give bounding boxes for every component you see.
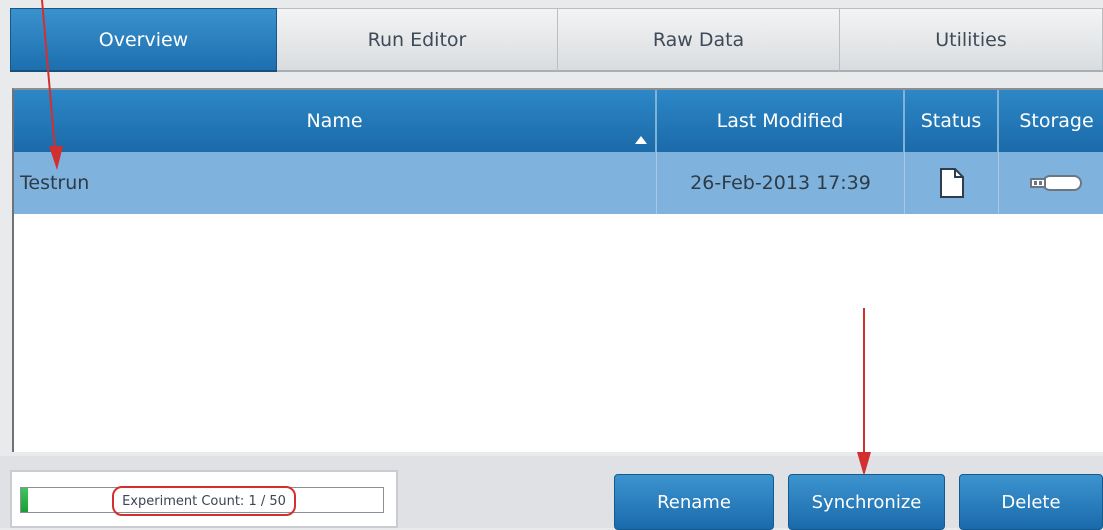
column-header-name-label: Name	[306, 110, 363, 132]
experiment-table: Name Last Modified Status Storage Testru…	[12, 88, 1103, 452]
sort-ascending-icon	[635, 136, 647, 144]
column-header-status[interactable]: Status	[905, 90, 999, 152]
table-header: Name Last Modified Status Storage	[14, 90, 1103, 152]
usb-storage-icon	[1029, 175, 1082, 191]
document-icon	[939, 168, 964, 198]
column-header-name[interactable]: Name	[14, 90, 657, 152]
experiment-count-label: Experiment Count: 1 / 50	[112, 486, 296, 516]
column-header-storage[interactable]: Storage	[999, 90, 1103, 152]
rename-button[interactable]: Rename	[614, 474, 774, 530]
table-row[interactable]: Testrun 26-Feb-2013 17:39	[14, 152, 1103, 214]
tab-overview[interactable]: Overview	[10, 8, 277, 72]
tab-utilities[interactable]: Utilities	[840, 8, 1103, 72]
column-header-last-modified[interactable]: Last Modified	[657, 90, 905, 152]
column-header-last-modified-label: Last Modified	[716, 110, 844, 132]
tab-raw-data[interactable]: Raw Data	[558, 8, 840, 72]
row-last-modified: 26-Feb-2013 17:39	[657, 152, 905, 214]
tab-bar: Overview Run Editor Raw Data Utilities	[10, 8, 1103, 72]
row-storage	[999, 152, 1103, 214]
column-header-storage-label: Storage	[1019, 110, 1094, 132]
column-header-status-label: Status	[920, 110, 982, 132]
synchronize-button[interactable]: Synchronize	[788, 474, 945, 530]
tab-run-editor[interactable]: Run Editor	[277, 8, 558, 72]
row-status	[905, 152, 999, 214]
delete-button[interactable]: Delete	[959, 474, 1103, 530]
experiment-count-progress-fill	[21, 488, 29, 512]
row-name: Testrun	[14, 152, 657, 214]
